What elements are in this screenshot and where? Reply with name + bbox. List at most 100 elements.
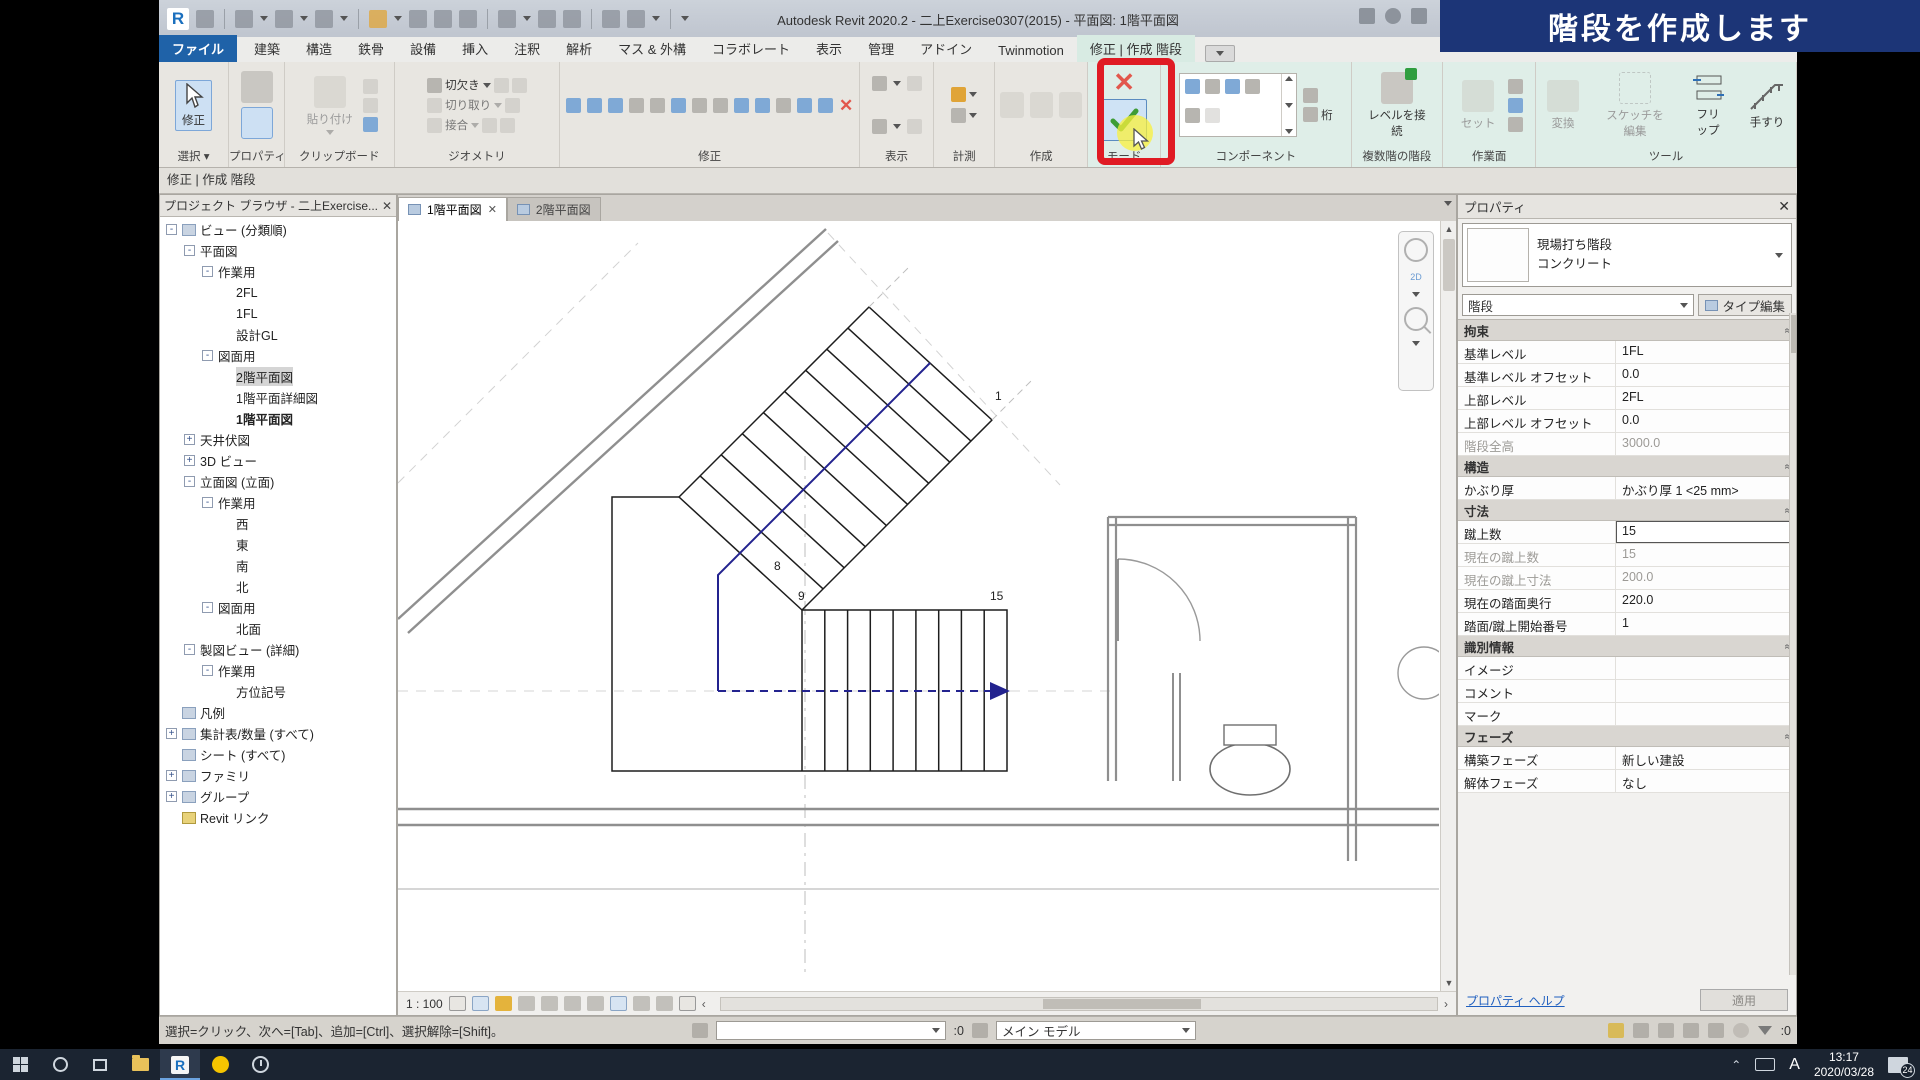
tree-item[interactable]: 1FL	[160, 303, 396, 324]
select-by-face-icon[interactable]	[1683, 1023, 1699, 1038]
panel-label-geometry[interactable]: ジオメトリ	[395, 148, 560, 167]
detail-level-icon[interactable]	[449, 996, 466, 1011]
panel-label-modify[interactable]: 修正	[560, 148, 859, 167]
u-shape-stair-icon[interactable]	[1185, 108, 1200, 123]
split-icon[interactable]	[650, 98, 665, 113]
property-row[interactable]: 上部レベル オフセット0.0	[1458, 410, 1796, 433]
tab-structure[interactable]: 構造	[293, 35, 345, 62]
section-identity[interactable]: 識別情報	[1458, 636, 1796, 657]
show-constraints-icon[interactable]	[656, 996, 673, 1011]
section-dimensions[interactable]: 寸法	[1458, 500, 1796, 521]
properties-scroll-thumb[interactable]	[1791, 315, 1796, 353]
tree-item[interactable]: +3D ビュー	[160, 450, 396, 471]
tab-massing-site[interactable]: マス & 外構	[605, 35, 699, 62]
background-processes-icon[interactable]	[1733, 1023, 1749, 1038]
scroll-up-icon[interactable]: ▲	[1441, 221, 1456, 237]
tag-icon[interactable]	[434, 10, 452, 28]
tree-item-current-view[interactable]: 1階平面図	[160, 408, 396, 429]
edit-type-button[interactable]: タイプ編集	[1698, 294, 1792, 316]
array-icon[interactable]	[671, 98, 686, 113]
tree-item[interactable]: -製図ビュー (詳細)	[160, 639, 396, 660]
tree-item[interactable]: 設計GL	[160, 324, 396, 345]
pinned-app-button[interactable]	[200, 1049, 240, 1080]
tree-item[interactable]: -図面用	[160, 597, 396, 618]
tab-twinmotion[interactable]: Twinmotion	[985, 39, 1077, 62]
reveal-hidden-elements-icon[interactable]	[610, 996, 627, 1011]
tree-item[interactable]: -立面図 (立面)	[160, 471, 396, 492]
straight-run-icon[interactable]	[1185, 79, 1200, 94]
select-underlay-icon[interactable]	[1633, 1023, 1649, 1038]
workplane-viewer-icon[interactable]	[1508, 117, 1523, 132]
text-icon[interactable]	[459, 10, 477, 28]
tree-item[interactable]: 西	[160, 513, 396, 534]
redo-icon[interactable]	[315, 10, 333, 28]
tree-item[interactable]: -作業用	[160, 492, 396, 513]
view-tab-2f-plan[interactable]: 2階平面図	[507, 197, 601, 221]
tray-overflow-icon[interactable]: ⌃	[1731, 1058, 1741, 1072]
pin-icon[interactable]	[713, 98, 728, 113]
create-assembly-icon[interactable]	[1030, 92, 1053, 118]
selection-filter-icon[interactable]	[1758, 1026, 1772, 1035]
panel-label-properties[interactable]: プロパティ	[229, 148, 284, 167]
paste-button[interactable]: 貼り付け	[301, 74, 359, 137]
property-row[interactable]: マーク	[1458, 703, 1796, 726]
horizontal-scroll-thumb[interactable]	[1043, 999, 1201, 1009]
tree-item[interactable]: 北面	[160, 618, 396, 639]
match-type-icon[interactable]	[363, 117, 378, 132]
search-icon[interactable]	[1359, 8, 1375, 24]
crop-view-icon[interactable]	[541, 996, 558, 1011]
property-row[interactable]: 基準レベル1FL	[1458, 341, 1796, 364]
property-row[interactable]: イメージ	[1458, 657, 1796, 680]
cortana-button[interactable]	[40, 1049, 80, 1080]
section-icon[interactable]	[538, 10, 556, 28]
window-menu-icon[interactable]	[196, 10, 214, 28]
section-constraints[interactable]: 拘束	[1458, 320, 1796, 341]
view-scale[interactable]: 1 : 100	[406, 997, 443, 1011]
tab-manage[interactable]: 管理	[855, 35, 907, 62]
scroll-down-icon[interactable]: ▼	[1441, 975, 1456, 991]
tree-item[interactable]: 2FL	[160, 282, 396, 303]
ime-indicator[interactable]: A	[1789, 1056, 1800, 1074]
close-view-tab-icon[interactable]: ✕	[488, 203, 497, 216]
properties-palette-icon[interactable]	[241, 71, 273, 103]
property-row[interactable]: コメント	[1458, 680, 1796, 703]
properties-scrollbar[interactable]	[1789, 313, 1796, 975]
measure-tool-icon[interactable]	[951, 87, 966, 102]
tab-analyze[interactable]: 解析	[553, 35, 605, 62]
panel-label-clipboard[interactable]: クリップボード	[285, 148, 393, 167]
tree-item[interactable]: 北	[160, 576, 396, 597]
tab-collaborate[interactable]: コラボレート	[699, 35, 803, 62]
type-selector-dropdown-icon[interactable]	[1775, 253, 1783, 258]
project-browser-header[interactable]: プロジェクト ブラウザ - 二上Exercise... ✕	[160, 195, 396, 217]
sun-path-icon[interactable]	[495, 996, 512, 1011]
notification-center-icon[interactable]: 24	[1888, 1057, 1908, 1073]
properties-header[interactable]: プロパティ ✕	[1458, 195, 1796, 219]
spiral-stair-icon[interactable]	[1205, 79, 1220, 94]
gallery-expand-icon[interactable]	[1285, 129, 1293, 134]
tab-systems[interactable]: 設備	[397, 35, 449, 62]
tree-item[interactable]: 東	[160, 534, 396, 555]
tree-item[interactable]: -作業用	[160, 261, 396, 282]
property-row[interactable]: かぶり厚かぶり厚 1 <25 mm>	[1458, 477, 1796, 500]
mirror-axis-icon[interactable]	[608, 98, 623, 113]
create-group-icon[interactable]	[1000, 92, 1023, 118]
support-icon[interactable]	[1303, 107, 1318, 122]
paint-icon[interactable]	[512, 78, 527, 93]
3d-view-icon[interactable]	[498, 10, 516, 28]
mirror-pick-icon[interactable]	[629, 98, 644, 113]
revit-logo-icon[interactable]: R	[167, 8, 189, 30]
section-structural[interactable]: 構造	[1458, 456, 1796, 477]
tree-item[interactable]: +集計表/数量 (すべて)	[160, 723, 396, 744]
property-row[interactable]: 踏面/蹴上開始番号1	[1458, 613, 1796, 636]
linework-icon[interactable]	[872, 119, 887, 134]
tree-item[interactable]: 凡例	[160, 702, 396, 723]
aligned-dimension-icon[interactable]	[409, 10, 427, 28]
landing-icon[interactable]	[1303, 88, 1318, 103]
panel-label-components[interactable]: コンポーネント	[1161, 148, 1350, 167]
select-pinned-icon[interactable]	[1658, 1023, 1674, 1038]
panel-label-view[interactable]: 表示	[860, 148, 933, 167]
active-workset-combo[interactable]	[716, 1021, 946, 1040]
cancel-edit-mode-icon[interactable]: ✕	[1113, 70, 1135, 94]
scroll-left-icon[interactable]: ‹	[702, 997, 706, 1011]
tree-item[interactable]: +天井伏図	[160, 429, 396, 450]
